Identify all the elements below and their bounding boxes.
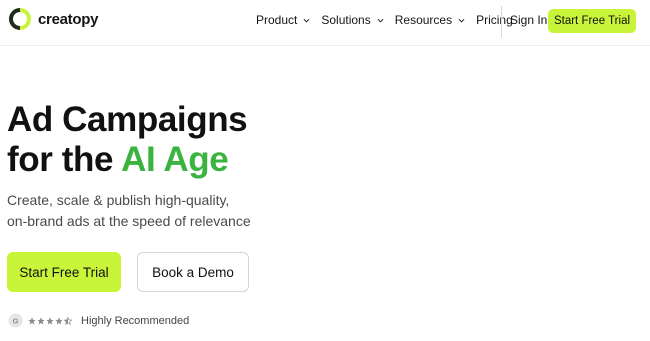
- nav-pricing-label: Pricing: [476, 13, 513, 27]
- rating-badge: G Highly Recommended: [8, 313, 189, 328]
- chevron-down-icon: [458, 18, 465, 23]
- start-free-trial-header-button[interactable]: Start Free Trial: [548, 9, 636, 33]
- top-navigation: creatopy Product Solutions Resources Pri…: [0, 0, 650, 46]
- start-free-trial-button[interactable]: Start Free Trial: [7, 252, 121, 292]
- chevron-down-icon: [303, 18, 310, 23]
- book-demo-button[interactable]: Book a Demo: [137, 252, 249, 292]
- star-icon: [28, 316, 36, 324]
- creatopy-logo-icon: [9, 8, 31, 30]
- rating-label: Highly Recommended: [81, 314, 190, 327]
- hero-title-line1: Ad Campaigns: [7, 100, 248, 139]
- brand-logo[interactable]: creatopy: [8, 7, 98, 31]
- brand-name: creatopy: [38, 10, 99, 28]
- star-icon: [46, 316, 54, 324]
- nav-pricing[interactable]: Pricing: [476, 13, 513, 27]
- sign-in-link[interactable]: Sign In: [510, 13, 547, 27]
- hero-title: Ad Campaigns for the AI Age: [7, 100, 248, 180]
- hero-title-line2-prefix: for the: [7, 140, 122, 179]
- nav-resources-label: Resources: [394, 13, 453, 27]
- nav-product-label: Product: [256, 13, 298, 27]
- hero-subtitle-line1: Create, scale & publish high-quality,: [7, 192, 230, 208]
- star-icon: [37, 316, 45, 324]
- main-nav: Product Solutions Resources Pricing: [256, 13, 524, 27]
- nav-solutions[interactable]: Solutions: [321, 13, 384, 27]
- nav-solutions-label: Solutions: [321, 13, 371, 27]
- hero-subtitle-line2: on-brand ads at the speed of relevance: [7, 213, 251, 229]
- half-star-icon: [64, 316, 72, 325]
- hero-title-accent: AI Age: [121, 140, 229, 179]
- chevron-down-icon: [377, 18, 384, 23]
- nav-resources[interactable]: Resources: [395, 13, 465, 27]
- star-icon: [55, 316, 63, 324]
- nav-divider: [501, 6, 502, 38]
- svg-text:G: G: [13, 316, 19, 325]
- hero-subtitle: Create, scale & publish high-quality, on…: [7, 190, 251, 232]
- g2-icon: G: [8, 313, 23, 328]
- nav-product[interactable]: Product: [256, 13, 310, 27]
- star-rating: [28, 316, 73, 325]
